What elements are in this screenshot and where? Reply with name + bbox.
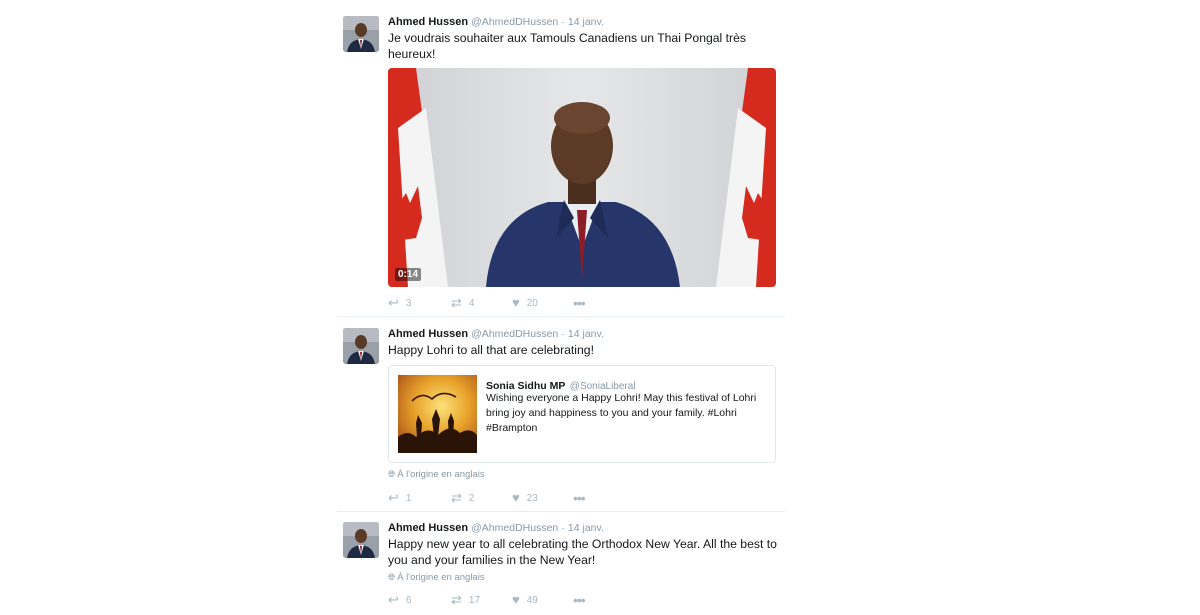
like-button[interactable]: ♥ 49 <box>512 593 538 607</box>
reply-icon: ↩ <box>388 295 399 310</box>
globe-icon: 🌐︎ <box>388 572 396 582</box>
more-icon: ••• <box>573 490 586 506</box>
reply-count: 1 <box>405 492 412 504</box>
translation-text: À l'origine en anglais <box>397 469 485 480</box>
retweet-button[interactable]: ⇄ 17 <box>451 593 480 607</box>
reply-button[interactable]: ↩ 3 <box>388 296 411 310</box>
author-handle[interactable]: @AhmedDHussen <box>471 328 558 340</box>
avatar[interactable] <box>343 522 379 558</box>
author-name[interactable]: Ahmed Hussen <box>388 328 468 340</box>
reply-icon: ↩ <box>388 490 399 505</box>
retweet-icon: ⇄ <box>451 592 462 607</box>
retweet-count: 17 <box>468 594 481 606</box>
author-name[interactable]: Ahmed Hussen <box>388 16 468 28</box>
avatar[interactable] <box>343 328 379 364</box>
retweet-button[interactable]: ⇄ 4 <box>451 296 474 310</box>
heart-icon: ♥ <box>512 592 520 607</box>
tweet[interactable]: Ahmed Hussen @AhmedDHussen · 14 janv. Je… <box>337 10 785 317</box>
tweet-text: Happy new year to all celebrating the Or… <box>388 537 777 567</box>
heart-icon: ♥ <box>512 490 520 505</box>
reply-icon: ↩ <box>388 592 399 607</box>
translation-note[interactable]: 🌐︎ À l'origine en anglais <box>388 572 485 583</box>
reply-count: 3 <box>405 297 412 309</box>
tweet-text: Je voudrais souhaiter aux Tamouls Canadi… <box>388 31 746 61</box>
tweet-text: Happy Lohri to all that are celebrating! <box>388 343 594 357</box>
like-button[interactable]: ♥ 20 <box>512 296 538 310</box>
more-button[interactable]: ••• <box>573 491 592 505</box>
tweet[interactable]: Ahmed Hussen @AhmedDHussen · 14 janv. Ha… <box>337 516 785 615</box>
quoted-tweet-text: Wishing everyone a Happy Lohri! May this… <box>486 392 757 434</box>
retweet-count: 2 <box>468 492 475 504</box>
retweet-icon: ⇄ <box>451 490 462 505</box>
separator: · <box>561 328 565 340</box>
author-handle[interactable]: @AhmedDHussen <box>471 16 558 28</box>
more-button[interactable]: ••• <box>573 296 592 310</box>
quoted-tweet[interactable]: Sonia Sidhu MP @SoniaLiberal Wishing eve… <box>388 365 776 463</box>
tweet-timestamp[interactable]: 14 janv. <box>568 328 604 340</box>
like-count: 49 <box>526 594 538 606</box>
quoted-tweet-image <box>398 375 477 453</box>
video-duration: 0:14 <box>395 268 422 281</box>
like-count: 23 <box>526 492 538 504</box>
translation-text: À l'origine en anglais <box>397 572 485 583</box>
retweet-count: 4 <box>468 297 475 309</box>
translation-note[interactable]: 🌐︎ À l'origine en anglais <box>388 469 485 480</box>
avatar[interactable] <box>343 16 379 52</box>
tweet-actions: ↩ 6 ⇄ 17 ♥ 49 ••• <box>388 593 648 608</box>
retweet-icon: ⇄ <box>451 295 462 310</box>
heart-icon: ♥ <box>512 295 520 310</box>
tweet-header: Ahmed Hussen @AhmedDHussen · 14 janv. <box>388 328 604 340</box>
author-name[interactable]: Ahmed Hussen <box>388 522 468 534</box>
like-count: 20 <box>526 297 538 309</box>
tweet-actions: ↩ 3 ⇄ 4 ♥ 20 ••• <box>388 296 648 311</box>
video-player[interactable]: 0:14 <box>388 68 776 287</box>
tweet-header: Ahmed Hussen @AhmedDHussen · 14 janv. <box>388 522 604 534</box>
tweet-header: Ahmed Hussen @AhmedDHussen · 14 janv. <box>388 16 604 28</box>
like-button[interactable]: ♥ 23 <box>512 491 538 505</box>
globe-icon: 🌐︎ <box>388 469 396 479</box>
reply-count: 6 <box>405 594 412 606</box>
separator: · <box>561 16 565 28</box>
tweet[interactable]: Ahmed Hussen @AhmedDHussen · 14 janv. Ha… <box>337 322 785 512</box>
more-icon: ••• <box>573 295 586 311</box>
tweet-timestamp[interactable]: 14 janv. <box>568 522 604 534</box>
more-button[interactable]: ••• <box>573 593 592 607</box>
separator: · <box>561 522 565 534</box>
more-icon: ••• <box>573 592 586 608</box>
tweet-actions: ↩ 1 ⇄ 2 ♥ 23 ••• <box>388 491 648 506</box>
reply-button[interactable]: ↩ 6 <box>388 593 411 607</box>
retweet-button[interactable]: ⇄ 2 <box>451 491 474 505</box>
reply-button[interactable]: ↩ 1 <box>388 491 411 505</box>
author-handle[interactable]: @AhmedDHussen <box>471 522 558 534</box>
tweet-timestamp[interactable]: 14 janv. <box>568 16 604 28</box>
